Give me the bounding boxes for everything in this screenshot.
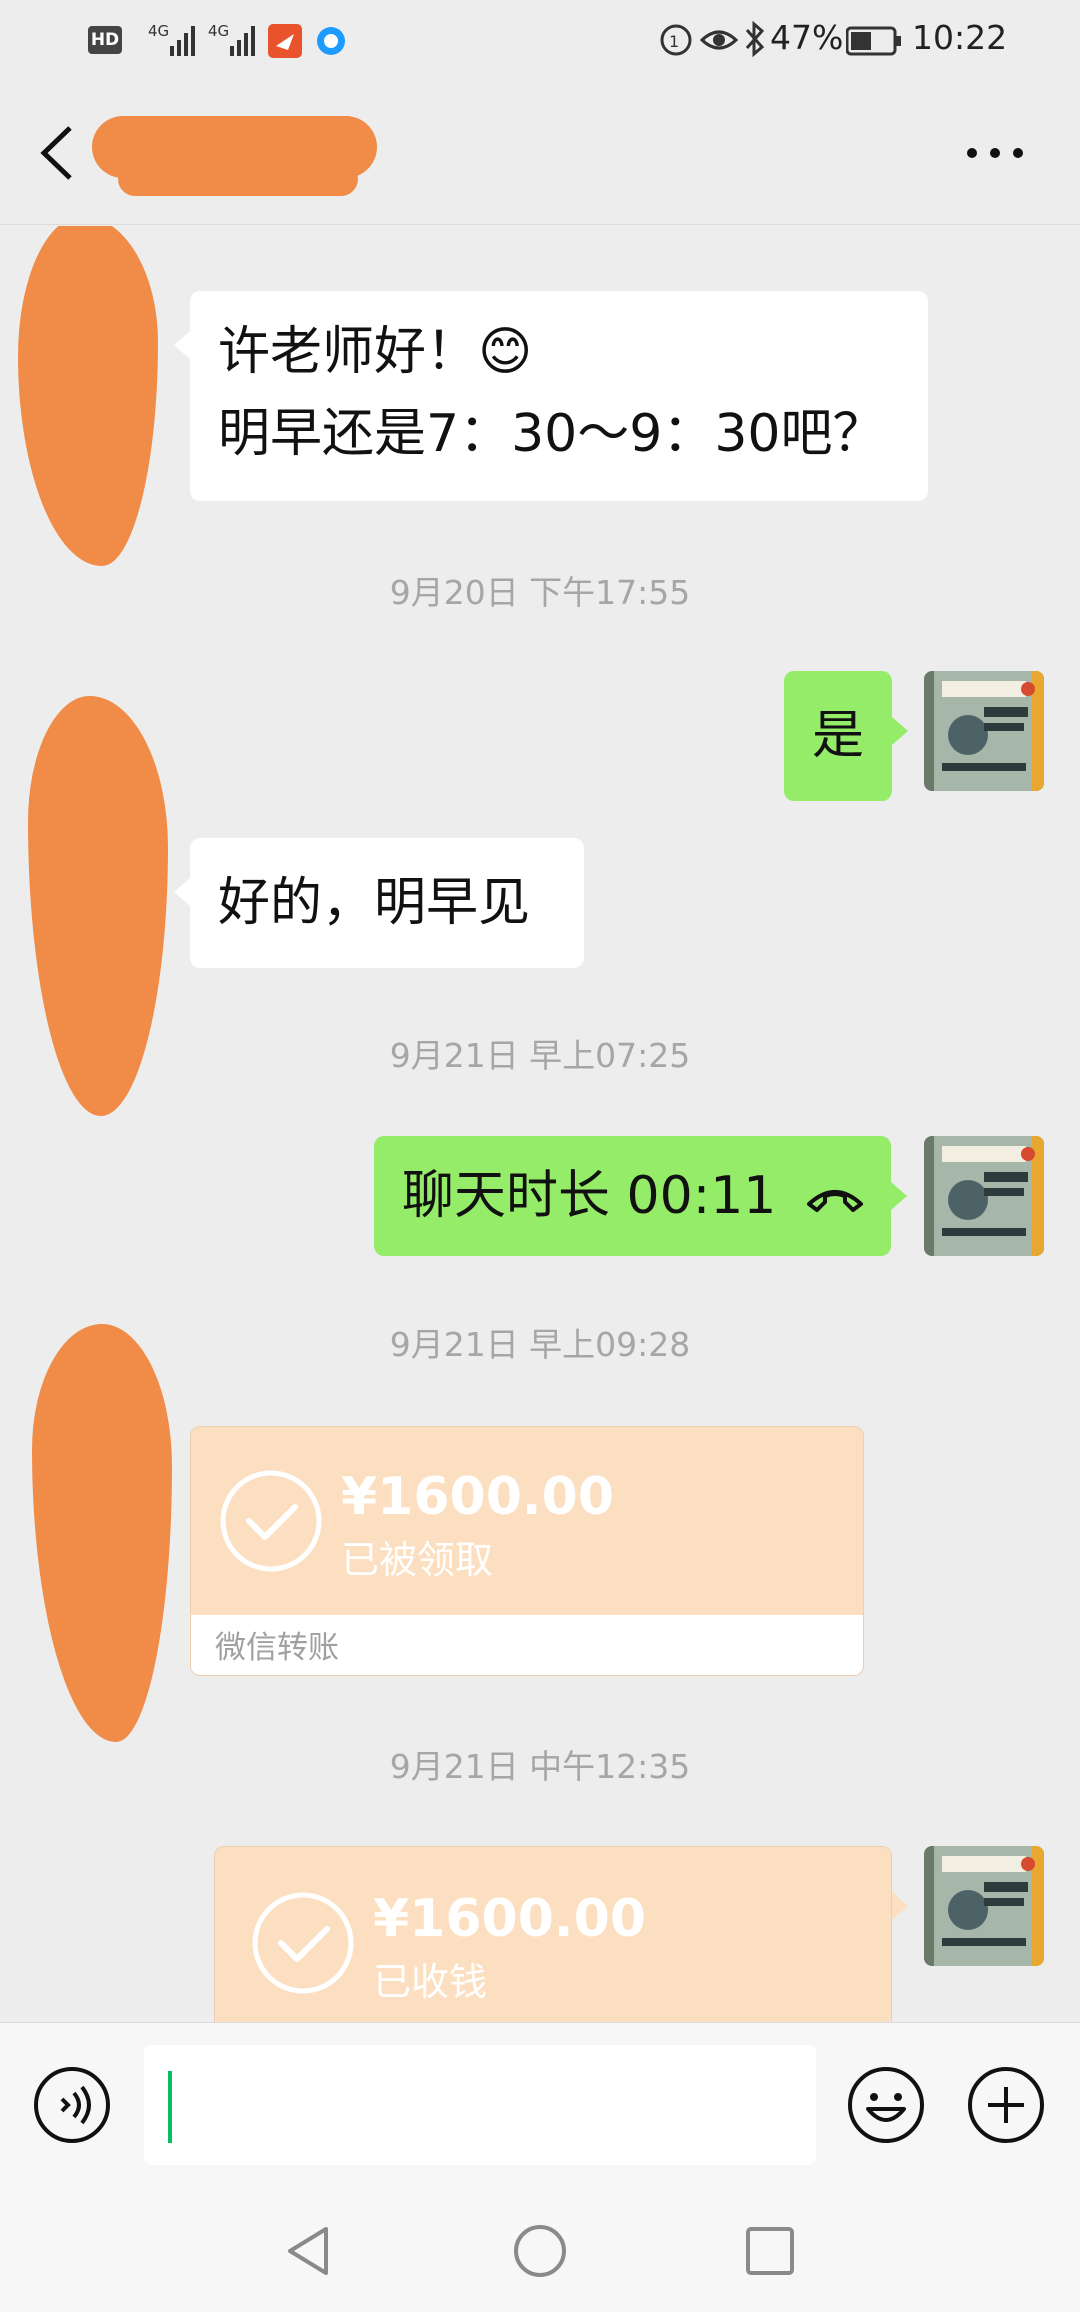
svg-text:1: 1 <box>669 32 679 51</box>
text-cursor <box>168 2071 172 2143</box>
avatar-self[interactable] <box>924 671 1044 791</box>
transfer-card[interactable]: ¥1600.00 已收钱 <box>214 1846 892 2022</box>
avatar-redacted <box>32 1324 172 1742</box>
avatar-redacted <box>18 226 158 566</box>
phone-hangup-icon <box>807 1190 863 1212</box>
nav-home-button[interactable] <box>512 2223 568 2279</box>
emoji-button[interactable] <box>846 2065 926 2145</box>
message-line: 许老师好！😊 <box>218 322 533 382</box>
message-line: 明早还是7：30～9：30吧？ <box>218 404 885 464</box>
checkmark-circle-icon <box>252 1892 354 1994</box>
nav-back-button[interactable] <box>282 2223 338 2279</box>
eye-comfort-icon <box>699 24 739 60</box>
voice-icon <box>34 2067 110 2143</box>
message-input[interactable] <box>144 2045 816 2165</box>
app-notification-icon <box>268 24 302 58</box>
timestamp: 9月21日 中午12:35 <box>389 1747 691 1786</box>
checkmark-circle-icon <box>220 1470 322 1572</box>
battery-icon <box>845 26 902 60</box>
timestamp: 9月20日 下午17:55 <box>389 573 691 612</box>
transfer-amount: ¥1600.00 <box>341 1467 615 1527</box>
message-text: 是 <box>811 706 864 766</box>
data-saver-icon: 1 <box>658 22 694 62</box>
square-recents-icon <box>746 2227 794 2275</box>
plus-icon <box>968 2067 1044 2143</box>
transfer-status: 已被领取 <box>341 1538 494 1582</box>
circle-home-icon <box>514 2225 566 2277</box>
contact-name-redacted-tail <box>118 162 358 196</box>
hd-badge: HD <box>90 30 120 50</box>
browser-icon <box>314 24 348 62</box>
message-text: 好的，明早见 <box>218 873 531 933</box>
system-nav-bar <box>0 2187 1080 2312</box>
timestamp: 9月21日 早上07:25 <box>389 1036 691 1075</box>
transfer-status: 已收钱 <box>373 1960 488 2004</box>
chevron-left-icon <box>40 126 72 180</box>
status-bar: HD 4G 4G 1 47% 10:22 <box>0 0 1080 80</box>
call-record-bubble[interactable]: 聊天时长 00:11 <box>374 1136 907 1256</box>
input-bar <box>0 2022 1080 2187</box>
transfer-card[interactable]: ¥1600.00 已被领取 微信转账 <box>190 1426 864 1676</box>
voice-input-button[interactable] <box>32 2065 112 2145</box>
more-functions-button[interactable] <box>966 2065 1046 2145</box>
message-bubble[interactable]: 好的，明早见 <box>174 838 584 968</box>
triangle-back-icon <box>288 2227 328 2275</box>
battery-percent: 47% <box>770 18 844 57</box>
call-duration-text: 聊天时长 00:11 <box>402 1166 777 1226</box>
avatar-self[interactable] <box>924 1136 1044 1256</box>
more-options-button[interactable] <box>960 128 1030 178</box>
bluetooth-icon <box>744 20 766 62</box>
message-list[interactable]: 许老师好！😊 明早还是7：30～9：30吧？ 9月20日 下午17:55 是 好… <box>0 226 1080 2022</box>
message-bubble[interactable]: 许老师好！😊 明早还是7：30～9：30吧？ <box>174 291 928 501</box>
chat-header <box>0 80 1080 225</box>
timestamp: 9月21日 早上09:28 <box>389 1325 691 1364</box>
transfer-amount: ¥1600.00 <box>373 1889 647 1949</box>
clock: 10:22 <box>912 18 1008 57</box>
emoji-icon <box>848 2067 924 2143</box>
avatar-self[interactable] <box>924 1846 1044 1966</box>
back-button[interactable] <box>30 118 90 188</box>
transfer-bubble-tail <box>892 1892 908 1920</box>
more-icon <box>967 148 1023 158</box>
message-bubble[interactable]: 是 <box>784 671 908 801</box>
hd-icon: HD <box>88 26 122 54</box>
transfer-label: 微信转账 <box>215 1630 339 1666</box>
nav-recents-button[interactable] <box>742 2223 798 2279</box>
